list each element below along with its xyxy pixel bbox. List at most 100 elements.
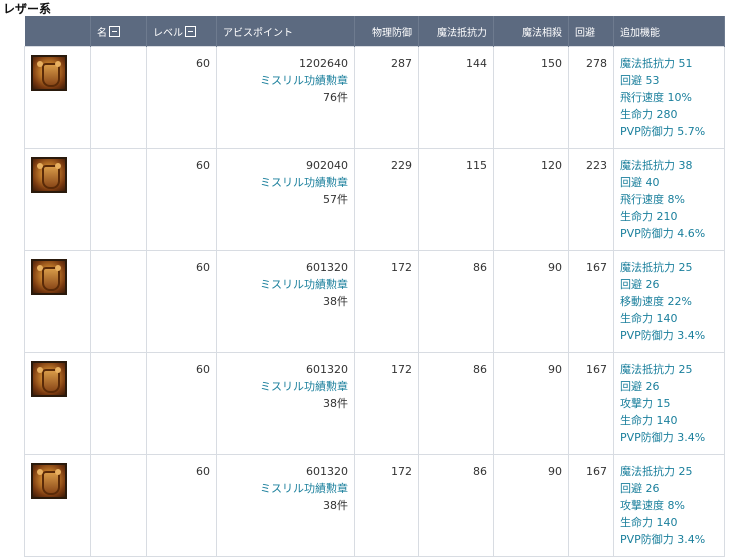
item-level: 60 [146,352,217,455]
medal-count: 76件 [323,91,348,104]
evasion-value: 223 [568,148,614,251]
header-name[interactable]: 名 [90,16,147,47]
extra-stat: 生命力 140 [620,516,678,529]
medal-count: 38件 [323,295,348,308]
evasion-value: 278 [568,46,614,149]
extra-stat: 攻撃力 15 [620,397,671,410]
item-level: 60 [146,148,217,251]
extra-stat: 移動速度 22% [620,295,692,308]
magic-cancel-value: 90 [493,250,569,353]
magic-resist-value: 144 [418,46,494,149]
medal-link[interactable]: ミスリル功績勲章 [223,276,348,293]
extra-stats-cell: 魔法抵抗力 25 回避 26 攻撃速度 8% 生命力 140 PVP防御力 3.4% [613,454,725,557]
sort-toggle-icon[interactable] [185,26,196,37]
extra-stat: 攻撃速度 8% [620,499,685,512]
extra-stat: 生命力 280 [620,108,678,121]
extra-stat: 魔法抵抗力 25 [620,261,693,274]
extra-stats-cell: 魔法抵抗力 51 回避 53 飛行速度 10% 生命力 280 PVP防御力 5.7% [613,46,725,149]
extra-stat: PVP防御力 3.4% [620,533,706,546]
header-abyss-points: アビスポイント [216,16,355,47]
magic-cancel-value: 90 [493,352,569,455]
abyss-points-cell: 902040 ミスリル功績勲章 57件 [216,148,355,251]
header-level-label: レベル [153,27,183,39]
abyss-points-value: 1202640 [299,57,348,70]
table-row: 60 902040 ミスリル功績勲章 57件 229 115 120 223 魔法抵抗力 38 回… [24,148,725,251]
evasion-value: 167 [568,250,614,353]
leather-chest-armor-icon[interactable] [31,55,67,91]
magic-resist-value: 86 [418,250,494,353]
phys-def-value: 172 [354,250,419,353]
magic-cancel-value: 120 [493,148,569,251]
header-extra: 追加機能 [613,16,725,47]
abyss-points-cell: 601320 ミスリル功績勲章 38件 [216,352,355,455]
extra-stats-cell: 魔法抵抗力 38 回避 40 飛行速度 8% 生命力 210 PVP防御力 4.6% [613,148,725,251]
leather-boots-icon[interactable] [31,259,67,295]
phys-def-value: 287 [354,46,419,149]
extra-stat: 魔法抵抗力 25 [620,363,693,376]
item-name [90,454,147,557]
evasion-value: 167 [568,454,614,557]
extra-stat: 飛行速度 10% [620,91,692,104]
item-level: 60 [146,454,217,557]
header-magic-resist: 魔法抵抗力 [418,16,494,47]
section-title: レザー系 [3,2,52,16]
item-name [90,250,147,353]
medal-count: 38件 [323,499,348,512]
magic-resist-value: 86 [418,454,494,557]
extra-stat: PVP防御力 4.6% [620,227,706,240]
table-row: 60 601320 ミスリル功績勲章 38件 172 86 90 167 魔法抵抗力 25 回避 … [24,250,725,353]
header-icon-col [24,16,91,47]
abyss-points-value: 601320 [306,363,348,376]
medal-count: 57件 [323,193,348,206]
table-row: 60 601320 ミスリル功績勲章 38件 172 86 90 167 魔法抵抗力 25 回避 … [24,454,725,557]
abyss-points-value: 601320 [306,465,348,478]
item-icon-cell [24,454,91,557]
magic-cancel-value: 90 [493,454,569,557]
item-icon-cell [24,250,91,353]
leather-gloves-icon[interactable] [31,361,67,397]
item-icon-cell [24,148,91,251]
item-name [90,46,147,149]
extra-stat: 飛行速度 8% [620,193,685,206]
medal-link[interactable]: ミスリル功績勲章 [223,72,348,89]
abyss-points-cell: 601320 ミスリル功績勲章 38件 [216,454,355,557]
armor-table: 名 レベル アビスポイント 物理防御 魔法抵抗力 魔法相殺 回避 追加機能 60… [24,16,725,557]
header-level[interactable]: レベル [146,16,217,47]
item-icon-cell [24,46,91,149]
extra-stat: 生命力 140 [620,312,678,325]
extra-stat: 回避 26 [620,380,660,393]
magic-resist-value: 115 [418,148,494,251]
extra-stat: PVP防御力 3.4% [620,329,706,342]
medal-link[interactable]: ミスリル功績勲章 [223,480,348,497]
extra-stat: 生命力 140 [620,414,678,427]
header-phys-def: 物理防御 [354,16,419,47]
extra-stats-cell: 魔法抵抗力 25 回避 26 攻撃力 15 生命力 140 PVP防御力 3.4% [613,352,725,455]
item-level: 60 [146,250,217,353]
extra-stats-cell: 魔法抵抗力 25 回避 26 移動速度 22% 生命力 140 PVP防御力 3.4% [613,250,725,353]
header-evasion: 回避 [568,16,614,47]
abyss-points-value: 902040 [306,159,348,172]
extra-stat: PVP防御力 5.7% [620,125,706,138]
leather-shoulders-icon[interactable] [31,463,67,499]
extra-stat: 魔法抵抗力 51 [620,57,693,70]
table-row: 60 1202640 ミスリル功績勲章 76件 287 144 150 278 魔法抵抗力 51… [24,46,725,149]
extra-stat: PVP防御力 3.4% [620,431,706,444]
phys-def-value: 172 [354,454,419,557]
magic-cancel-value: 150 [493,46,569,149]
medal-count: 38件 [323,397,348,410]
table-header: 名 レベル アビスポイント 物理防御 魔法抵抗力 魔法相殺 回避 追加機能 [24,16,725,47]
medal-link[interactable]: ミスリル功績勲章 [223,174,348,191]
medal-link[interactable]: ミスリル功績勲章 [223,378,348,395]
leather-leg-armor-icon[interactable] [31,157,67,193]
extra-stat: 回避 53 [620,74,660,87]
abyss-points-cell: 601320 ミスリル功績勲章 38件 [216,250,355,353]
evasion-value: 167 [568,352,614,455]
extra-stat: 魔法抵抗力 25 [620,465,693,478]
phys-def-value: 229 [354,148,419,251]
extra-stat: 生命力 210 [620,210,678,223]
sort-toggle-icon[interactable] [109,26,120,37]
phys-def-value: 172 [354,352,419,455]
extra-stat: 回避 26 [620,278,660,291]
abyss-points-value: 601320 [306,261,348,274]
item-name [90,148,147,251]
